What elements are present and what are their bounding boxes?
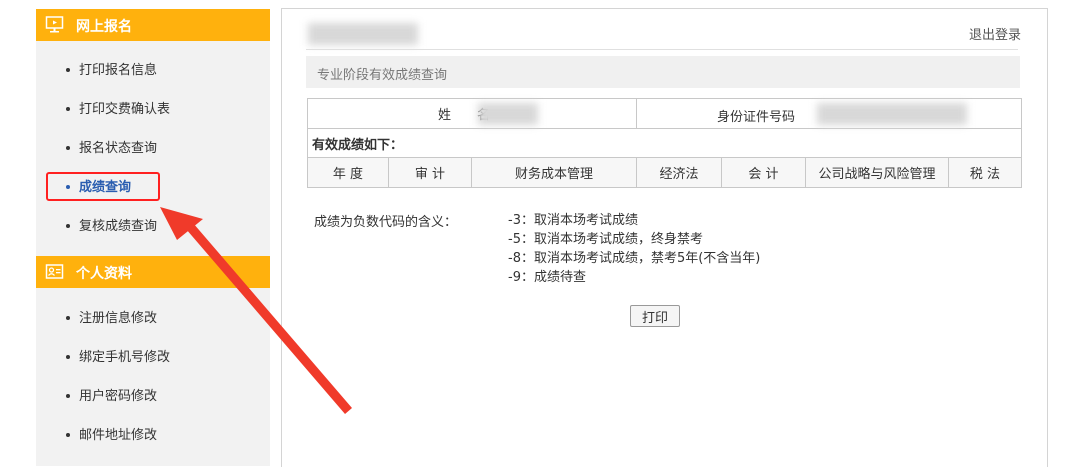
column-header-tax-law: 税 法 [948,157,1022,188]
code-item: -5：取消本场考试成绩，终身禁考 [508,232,703,247]
section-header-personal-info: 个人资料 [36,256,270,288]
logout-link[interactable]: 退出登录 [969,24,1021,43]
bullet [66,354,70,359]
column-header-audit: 审 计 [388,157,472,188]
column-header-economic-law: 经济法 [636,157,722,188]
bullet [66,145,70,150]
sidebar-item-registration-status[interactable]: 报名状态查询 [66,139,157,159]
code-item: -3：取消本场考试成绩 [508,213,638,228]
table-header-row: 年 度 审 计 财务成本管理 经济法 会 计 公司战略与风险管理 税 法 [307,157,1022,188]
code-item: -8：取消本场考试成绩，禁考5年(不含当年) [508,251,761,266]
sidebar-item-print-payment[interactable]: 打印交费确认表 [66,100,170,120]
bullet [66,106,70,111]
sidebar-item-label: 复核成绩查询 [79,219,158,234]
sidebar-item-review-score-query[interactable]: 复核成绩查询 [66,217,157,237]
sidebar: 网上报名 打印报名信息 打印交费确认表 报名状态查询 成绩查询 复核成绩查询 个… [36,9,270,466]
sidebar-item-label: 用户密码修改 [79,389,158,404]
sidebar-item-label: 打印报名信息 [79,63,158,78]
sidebar-item-edit-phone[interactable]: 绑定手机号修改 [66,348,170,368]
negative-code-list: -3：取消本场考试成绩 -5：取消本场考试成绩，终身禁考 -8：取消本场考试成绩… [508,211,760,287]
section-title: 个人资料 [76,266,132,282]
column-header-year: 年 度 [307,157,389,188]
sidebar-item-label: 绑定手机号修改 [79,350,171,365]
redacted-username [308,23,418,45]
column-header-financial-cost-mgmt: 财务成本管理 [471,157,637,188]
valid-scores-label: 有效成绩如下： [307,128,1022,158]
redacted-id-number [817,103,967,125]
column-header-accounting: 会 计 [721,157,806,188]
print-button[interactable]: 打印 [630,305,680,327]
main-panel: 退出登录 专业阶段有效成绩查询 姓 名 身份证件号码 有效成绩如下： 年 度 审… [281,8,1048,467]
bullet [66,315,70,320]
sidebar-item-edit-registration[interactable]: 注册信息修改 [66,309,157,329]
sidebar-item-label: 报名状态查询 [79,141,158,156]
name-cell: 姓 名 [307,98,637,129]
sidebar-item-edit-password[interactable]: 用户密码修改 [66,387,157,407]
bullet [66,432,70,437]
sidebar-item-label: 邮件地址修改 [79,428,158,443]
code-item: -9：成绩待查 [508,270,586,285]
score-table: 姓 名 身份证件号码 有效成绩如下： 年 度 审 计 财务成本管理 经济法 会 … [307,98,1022,188]
sidebar-item-label: 注册信息修改 [79,311,158,326]
sidebar-item-label: 打印交费确认表 [79,102,171,117]
monitor-icon [45,16,64,33]
column-header-strategy-risk: 公司战略与风险管理 [805,157,949,188]
identity-row: 姓 名 身份证件号码 [307,98,1022,129]
id-label: 身份证件号码 [717,110,796,125]
bullet [66,67,70,72]
id-cell: 身份证件号码 [636,98,1022,129]
id-card-icon [45,264,64,279]
section-title: 专业阶段有效成绩查询 [317,68,448,83]
section-header-online-registration: 网上报名 [36,9,270,41]
sidebar-item-print-registration[interactable]: 打印报名信息 [66,61,157,81]
section-title-bar: 专业阶段有效成绩查询 [306,56,1020,88]
bullet [66,223,70,228]
section-title: 网上报名 [76,19,132,35]
annotation-highlight-box [46,172,160,201]
divider [306,49,1018,50]
bullet [66,393,70,398]
negative-code-label: 成绩为负数代码的含义： [314,215,458,230]
sidebar-item-edit-email[interactable]: 邮件地址修改 [66,426,157,446]
redacted-name [478,103,538,125]
scores-label-row: 有效成绩如下： [307,128,1022,158]
